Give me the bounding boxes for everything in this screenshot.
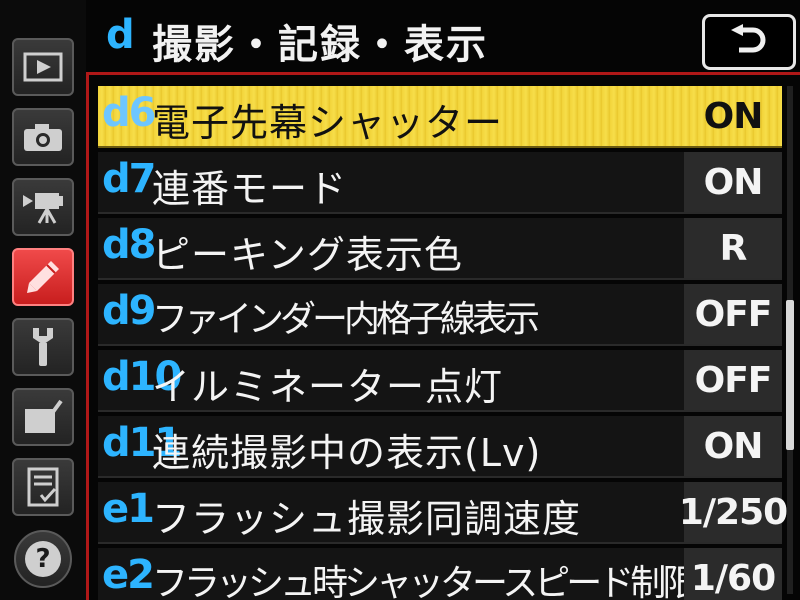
scrollbar-thumb[interactable] <box>786 300 794 450</box>
menu-item-value: ON <box>703 425 764 467</box>
menu-item-value-box: ON <box>684 152 782 212</box>
tab-playback-menu[interactable] <box>12 38 74 96</box>
svg-text:?: ? <box>35 544 50 574</box>
camera-menu-screen: ? d 撮影・記録・表示 d6 電子先幕シャッター ON d7 連番モード ON <box>0 0 800 600</box>
menu-list: d6 電子先幕シャッター ON d7 連番モード ON d8 ピーキング表示色 … <box>98 86 788 600</box>
menu-item-label: 電子先幕シャッター <box>152 101 504 145</box>
menu-item-value-box: ON <box>684 86 782 146</box>
menu-item-value-box: 1/250 <box>679 482 788 542</box>
wrench-icon <box>33 328 53 366</box>
menu-item-d11[interactable]: d11 連続撮影中の表示(Lv) ON <box>98 416 782 478</box>
menu-item-label: フラッシュ時シャッタースピード制限 <box>152 563 698 600</box>
menu-item-label: 連番モード <box>152 167 348 211</box>
page-title: 撮影・記録・表示 <box>152 22 488 68</box>
menu-item-value-box: OFF <box>684 350 782 410</box>
return-arrow-icon <box>731 24 766 53</box>
menu-item-d6[interactable]: d6 電子先幕シャッター ON <box>98 86 782 148</box>
movie-camera-icon <box>23 193 63 224</box>
menu-group-letter: d <box>106 12 135 58</box>
play-icon <box>23 52 63 82</box>
menu-item-value-box: R <box>684 218 782 278</box>
menu-item-e2[interactable]: e2 フラッシュ時シャッタースピード制限 1/60 <box>98 548 782 600</box>
menu-item-code: e2 <box>102 552 155 598</box>
menu-item-label: ファインダー内格子線表示 <box>152 299 540 340</box>
menu-item-code: d7 <box>102 156 156 202</box>
pencil-icon <box>27 261 59 293</box>
menu-header: d 撮影・記録・表示 <box>96 0 696 72</box>
menu-item-code: d6 <box>102 90 156 136</box>
menu-item-value-box: 1/60 <box>684 548 782 600</box>
menu-item-d7[interactable]: d7 連番モード ON <box>98 152 782 214</box>
menu-item-e1[interactable]: e1 フラッシュ撮影同調速度 1/250 <box>98 482 788 544</box>
retouch-brush-icon <box>25 399 63 433</box>
menu-item-label: イルミネーター点灯 <box>152 365 504 409</box>
menu-item-code: e1 <box>102 486 155 532</box>
tab-photo-shooting-menu[interactable] <box>12 108 74 166</box>
tab-retouch-menu[interactable] <box>12 388 74 446</box>
menu-item-label: 連続撮影中の表示(Lv) <box>152 431 542 475</box>
menu-item-label: ピーキング表示色 <box>152 233 463 277</box>
back-button[interactable] <box>702 14 796 70</box>
menu-item-value: 1/250 <box>678 491 788 533</box>
tab-custom-settings-menu[interactable] <box>12 248 74 306</box>
menu-item-value: R <box>719 227 748 269</box>
menu-item-value: 1/60 <box>690 557 776 599</box>
checklist-icon <box>27 467 59 507</box>
menu-item-value: OFF <box>694 293 773 335</box>
help-button[interactable]: ? <box>14 530 72 588</box>
menu-item-label: フラッシュ撮影同調速度 <box>152 497 582 541</box>
menu-item-value: OFF <box>694 359 773 401</box>
menu-item-d8[interactable]: d8 ピーキング表示色 R <box>98 218 782 280</box>
tab-setup-menu[interactable] <box>12 318 74 376</box>
menu-item-value-box: OFF <box>684 284 782 344</box>
menu-item-d9[interactable]: d9 ファインダー内格子線表示 OFF <box>98 284 782 346</box>
camera-icon <box>24 124 62 151</box>
tab-movie-shooting-menu[interactable] <box>12 178 74 236</box>
menu-tab-sidebar: ? <box>0 0 86 600</box>
menu-item-code: d8 <box>102 222 156 268</box>
help-icon: ? <box>25 541 61 577</box>
tab-my-menu[interactable] <box>12 458 74 516</box>
menu-item-code: d9 <box>102 288 156 334</box>
menu-item-value: ON <box>703 161 764 203</box>
menu-item-value: ON <box>703 95 764 137</box>
menu-item-value-box: ON <box>684 416 782 476</box>
menu-item-d10[interactable]: d10 イルミネーター点灯 OFF <box>98 350 782 412</box>
